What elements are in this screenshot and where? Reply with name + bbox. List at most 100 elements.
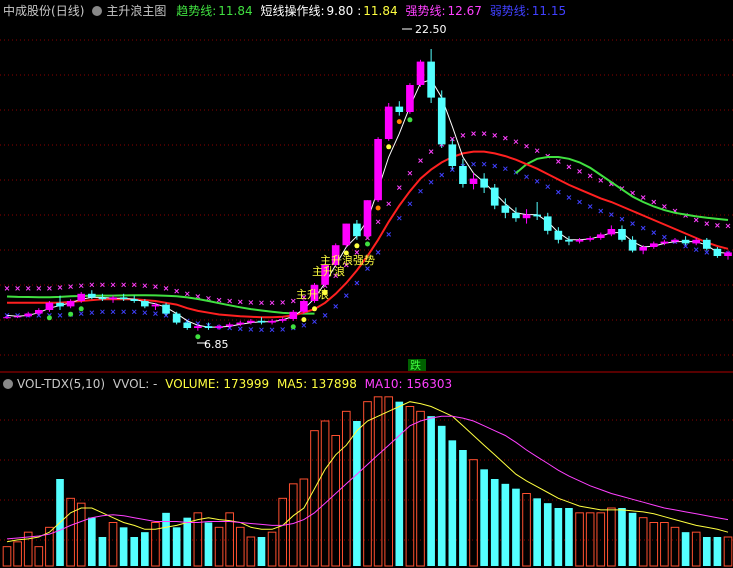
candle-body <box>374 139 382 201</box>
candle-body <box>109 297 117 300</box>
rise-label-1: 主升浪 <box>296 287 329 301</box>
candle-body <box>437 97 446 145</box>
weak-value: 11.15 <box>531 4 567 18</box>
fall-marker: 跌 <box>410 358 421 372</box>
candle-body <box>342 223 351 246</box>
candle-body <box>119 297 128 300</box>
candle-body <box>268 320 276 323</box>
short-sep: : <box>357 4 362 18</box>
candle-body <box>639 247 647 251</box>
signal-dot <box>386 144 392 150</box>
short-label: 短线操作线: <box>260 4 325 18</box>
candle-body <box>45 302 54 310</box>
stock-chart[interactable]: 22.50 6.85 主升浪 主升浪 主升浪强势 跌 <box>0 0 733 568</box>
candle-body <box>459 166 467 184</box>
candle-body <box>681 239 690 244</box>
period: (日线) <box>51 4 85 18</box>
candle-body <box>490 187 499 206</box>
vol-indicator-name[interactable]: VOL-TDX(5,10) <box>17 377 105 391</box>
candle-body <box>575 239 584 242</box>
signal-dot <box>375 205 381 211</box>
candle-body <box>130 299 139 301</box>
trend-value: 11.84 <box>218 4 253 18</box>
volume-bar <box>490 479 499 566</box>
volume-bar <box>480 469 488 566</box>
signal-dot <box>396 119 402 125</box>
volume-bar <box>448 440 457 566</box>
candle-body <box>724 252 732 256</box>
candle-body <box>278 319 287 321</box>
volume-bar <box>141 532 149 566</box>
weak-label: 弱势线: <box>489 4 530 18</box>
candle-body <box>406 85 414 112</box>
candle-body <box>247 320 255 323</box>
signal-dot <box>407 117 413 123</box>
volume-bar <box>628 512 637 566</box>
candle-body <box>88 293 96 298</box>
candle-body <box>607 229 616 235</box>
candle-body <box>300 301 308 312</box>
candle-body <box>24 313 33 317</box>
candle-body <box>66 301 75 307</box>
candle-body <box>480 178 488 188</box>
candle-body <box>427 61 435 98</box>
candle-body <box>289 311 298 319</box>
collapse-icon[interactable] <box>92 5 103 16</box>
volume-bar <box>543 503 552 566</box>
candle-body <box>448 144 457 166</box>
volume-bar <box>257 537 266 566</box>
volume-bar <box>88 517 96 566</box>
volume-bar <box>204 522 213 566</box>
volume-bar <box>437 425 446 566</box>
collapse-icon[interactable] <box>3 378 13 389</box>
signal-dot <box>195 334 201 340</box>
candle-body <box>416 61 425 85</box>
candle-body <box>649 243 658 247</box>
candle-body <box>141 301 149 307</box>
trend-label: 趋势线: <box>176 4 217 18</box>
candle-body <box>384 106 393 139</box>
volume-bar <box>119 527 128 566</box>
candle-body <box>671 239 679 242</box>
signal-dot <box>78 306 84 312</box>
short-value-2: 11.84 <box>363 4 398 18</box>
candle-body <box>13 316 22 318</box>
volume-bar <box>618 508 626 566</box>
candle-body <box>353 223 361 237</box>
volume-bar <box>459 450 467 566</box>
candle-body <box>98 297 107 300</box>
candle-body <box>162 304 170 314</box>
volume-bar <box>183 517 192 566</box>
volume-bar <box>395 401 404 566</box>
candle-body <box>151 304 160 307</box>
candle-body <box>533 214 541 217</box>
short-value: 9.80 <box>326 4 354 18</box>
volume-bar <box>554 508 563 566</box>
ma10-value: MA10: 156303 <box>364 377 453 391</box>
rise-strong-label: 主升浪强势 <box>320 253 375 267</box>
candle-body <box>702 239 711 249</box>
candle-body <box>363 200 372 237</box>
candle-body <box>512 212 520 219</box>
ma5-value: MA5: 137898 <box>276 377 357 391</box>
candle-body <box>660 241 669 244</box>
volume-bar <box>512 488 520 566</box>
candle-body <box>586 238 594 240</box>
candle-body <box>522 214 531 219</box>
candle-body <box>3 317 11 319</box>
volume-bar <box>565 508 573 566</box>
candle-body <box>215 326 223 328</box>
candle-body <box>628 239 637 251</box>
candle-body <box>713 248 722 256</box>
volume-bar <box>130 537 139 566</box>
volume-bar <box>98 537 107 566</box>
volume-bar <box>162 512 170 566</box>
candle-body <box>501 205 510 213</box>
signal-dot <box>365 241 370 247</box>
candle-body <box>554 230 563 240</box>
candle-body <box>395 106 404 112</box>
strong-label: 强势线: <box>405 4 446 18</box>
indicator-name[interactable]: 主升浪主图 <box>106 4 166 18</box>
volume-bar <box>501 483 510 566</box>
volume-bar <box>172 527 181 566</box>
